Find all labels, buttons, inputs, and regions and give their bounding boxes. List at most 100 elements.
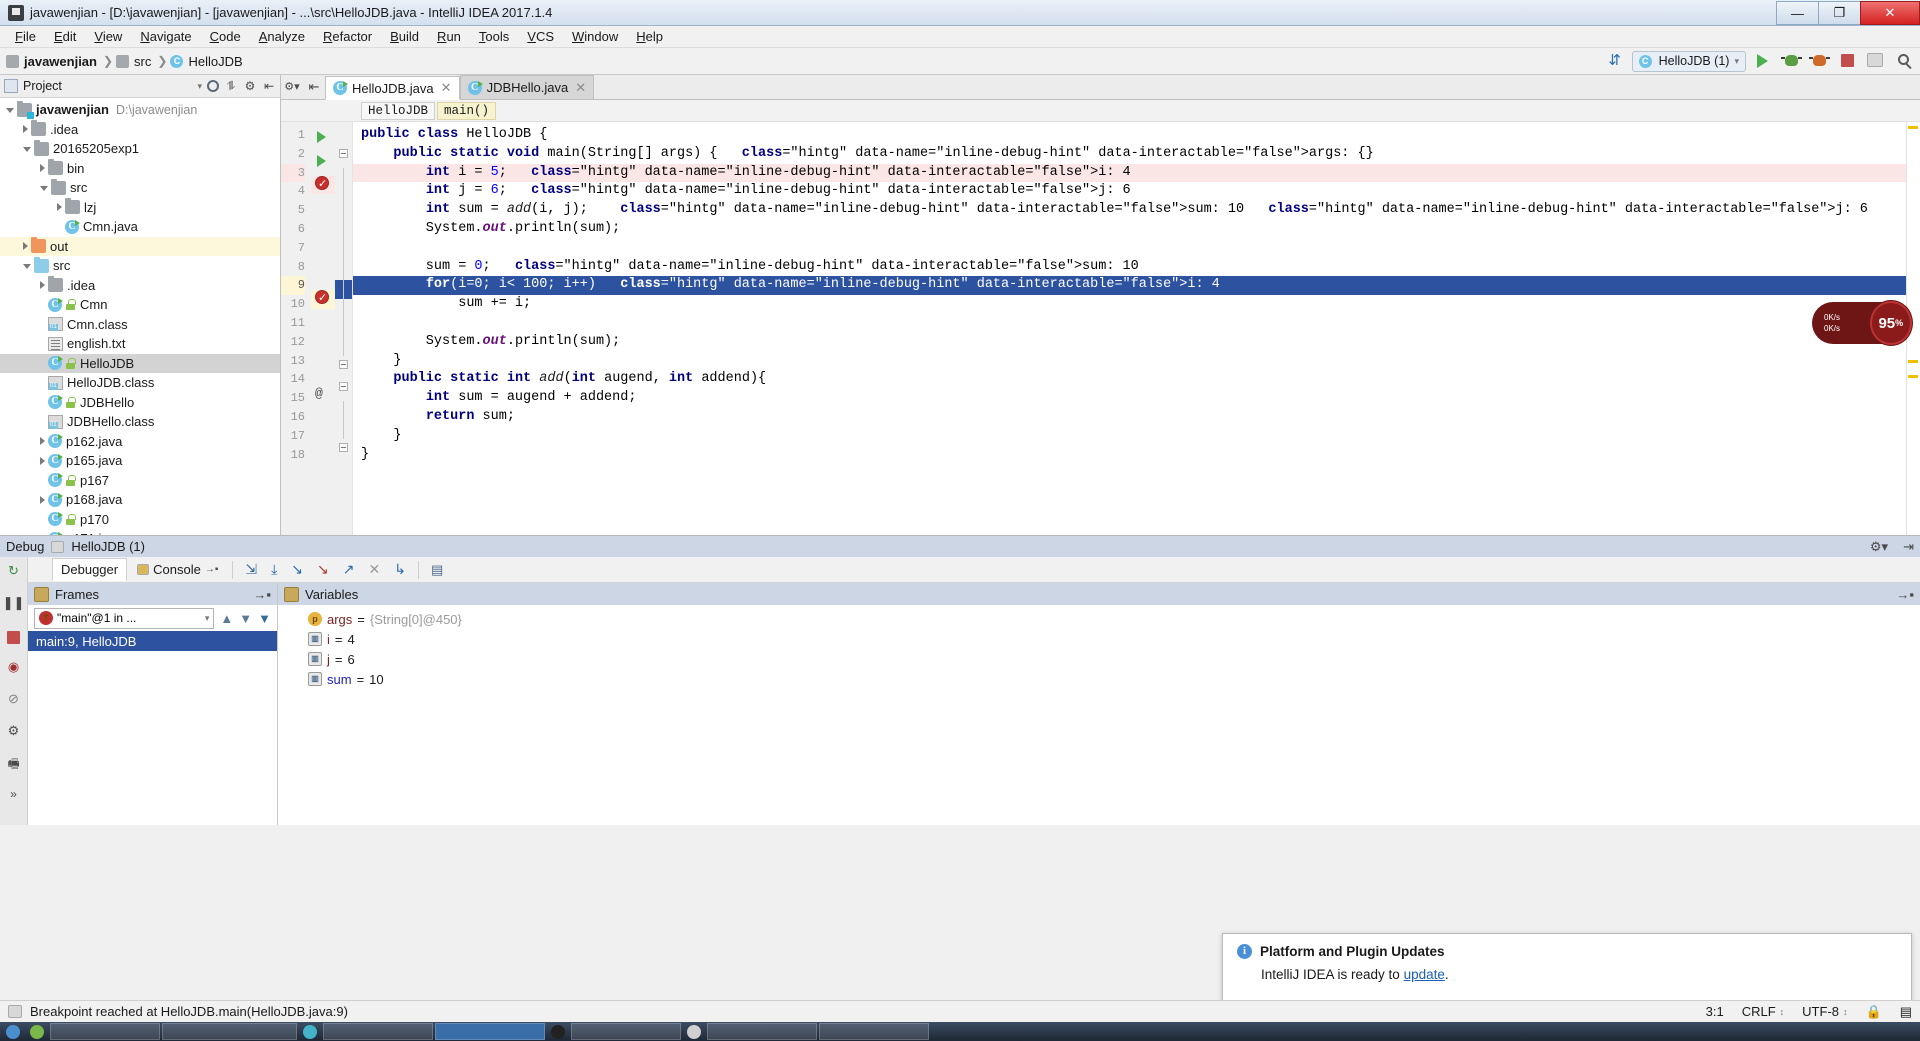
update-link[interactable]: update	[1404, 967, 1445, 982]
code-line[interactable]: return sum;	[353, 408, 1920, 427]
code-text[interactable]: public class HelloJDB { public static vo…	[353, 122, 1920, 535]
fold-marker-slot[interactable]	[335, 148, 352, 168]
gutter-marker-slot[interactable]	[311, 213, 335, 232]
code-line[interactable]	[353, 314, 1920, 333]
variable-row[interactable]: ▥ i = 4	[278, 629, 1920, 649]
gutter-marker-slot[interactable]	[311, 309, 335, 328]
caret-position[interactable]: 3:1	[1706, 1004, 1724, 1019]
force-step-into-icon[interactable]: ↘	[311, 561, 335, 578]
show-execution-point-icon[interactable]: ⇲	[239, 561, 263, 578]
fold-marker-slot[interactable]	[335, 223, 352, 243]
chevron-down-icon[interactable]	[6, 108, 14, 114]
code-line[interactable]	[353, 239, 1920, 258]
tree-item[interactable]: .idea	[0, 276, 280, 296]
menu-help[interactable]: Help	[627, 27, 672, 46]
gutter-marker-slot[interactable]	[311, 232, 335, 251]
taskbar-item[interactable]	[435, 1023, 545, 1040]
fold-marker-slot[interactable]	[335, 261, 352, 281]
menu-window[interactable]: Window	[563, 27, 627, 46]
stop-button[interactable]	[1836, 50, 1858, 72]
taskbar-item[interactable]	[707, 1023, 817, 1040]
code-line[interactable]: }	[353, 427, 1920, 446]
chevron-right-icon[interactable]	[23, 125, 28, 134]
frame-down-icon[interactable]: ▼	[239, 611, 252, 626]
code-line[interactable]: System.out.println(sum);	[353, 220, 1920, 239]
taskbar-item[interactable]	[323, 1023, 433, 1040]
code-line[interactable]: }	[353, 352, 1920, 371]
hide-tabs-icon[interactable]: ⇤	[303, 74, 325, 99]
breakpoint-icon[interactable]	[315, 289, 329, 308]
settings-button[interactable]: ⚙	[3, 723, 25, 745]
variable-row[interactable]: ▥ sum = 10	[278, 669, 1920, 689]
gutter-marker-slot[interactable]	[311, 194, 335, 213]
code-line[interactable]: public static int add(int augend, int ad…	[353, 370, 1920, 389]
stack-frame-row[interactable]: main:9, HelloJDB	[28, 631, 277, 651]
tree-item[interactable]: JDBHello.class	[0, 412, 280, 432]
breadcrumb-item-hellojdb[interactable]: C HelloJDB	[170, 54, 245, 69]
fold-marker-slot[interactable]	[335, 359, 352, 379]
update-arrow-icon[interactable]: ⇵	[1604, 50, 1626, 72]
stop-button[interactable]	[3, 627, 25, 649]
fold-marker-slot[interactable]	[335, 336, 352, 356]
event-log-icon[interactable]: ▤	[1900, 1004, 1912, 1020]
gutter-marker-slot[interactable]	[311, 403, 335, 422]
breakpoint-icon[interactable]	[315, 175, 329, 193]
code-line[interactable]: }	[353, 446, 1920, 465]
fold-marker-slot[interactable]	[335, 382, 352, 401]
app-icon[interactable]	[551, 1024, 565, 1039]
chevron-down-icon[interactable]	[40, 186, 48, 192]
fold-toggle-icon[interactable]	[339, 148, 348, 158]
settings-gear-icon[interactable]: ⚙	[243, 79, 257, 93]
print-button[interactable]: 🖷	[3, 755, 25, 777]
fold-toggle-icon[interactable]	[339, 442, 348, 452]
taskbar-item[interactable]	[50, 1023, 160, 1040]
editor-tab[interactable]: C HelloJDB.java ✕	[325, 76, 460, 100]
gutter-marker-slot[interactable]	[311, 422, 335, 441]
settings-gear-icon[interactable]: ⚙▾	[1870, 539, 1888, 555]
code-line[interactable]: System.out.println(sum);	[353, 333, 1920, 352]
filter-icon[interactable]: ▼	[258, 611, 271, 626]
fold-marker-slot[interactable]	[335, 280, 352, 300]
file-encoding[interactable]: UTF-8 ↕	[1802, 1004, 1847, 1019]
gutter-marker-slot[interactable]	[311, 289, 335, 310]
menu-file[interactable]: File	[6, 27, 45, 46]
breadcrumb-item-javawenjian[interactable]: javawenjian	[6, 54, 100, 69]
breadcrumb-item-src[interactable]: src	[116, 54, 154, 69]
editor-gear-icon[interactable]: ⚙▾	[281, 74, 303, 99]
tree-item[interactable]: C JDBHello	[0, 393, 280, 413]
lock-icon[interactable]: 🔒	[1866, 1004, 1882, 1020]
search-button[interactable]	[1892, 50, 1914, 72]
run-gutter-icon[interactable]	[317, 154, 326, 167]
step-into-icon[interactable]: ↘	[285, 561, 309, 578]
close-icon[interactable]: ✕	[441, 80, 452, 96]
drop-frame-icon[interactable]: ✕	[363, 561, 387, 578]
gutter-marker-slot[interactable]	[311, 131, 335, 150]
menu-view[interactable]: View	[85, 27, 131, 46]
code-line[interactable]: for(i=0; i< 100; i++) class="hintg" data…	[353, 276, 1920, 296]
notification-balloon[interactable]: i Platform and Plugin Updates IntelliJ I…	[1222, 933, 1912, 1005]
thread-selector[interactable]: T "main"@1 in ... ▾	[34, 607, 215, 629]
hide-panel-icon[interactable]: ⇤	[262, 79, 276, 93]
run-gutter-icon[interactable]	[317, 131, 326, 143]
variable-row[interactable]: ▥ j = 6	[278, 649, 1920, 669]
tree-item[interactable]: Cp165.java	[0, 451, 280, 471]
minimize-button[interactable]: —	[1776, 1, 1818, 25]
tree-item[interactable]: english.txt	[0, 334, 280, 354]
app-icon[interactable]	[303, 1024, 317, 1039]
menu-edit[interactable]: Edit	[45, 27, 85, 46]
chevron-right-icon[interactable]	[40, 495, 45, 504]
tree-item[interactable]: Cp168.java	[0, 490, 280, 510]
tree-item[interactable]: javawenjian D:\javawenjian	[0, 100, 280, 120]
chevron-down-icon[interactable]	[23, 147, 31, 153]
tree-item[interactable]: .idea	[0, 120, 280, 140]
chevron-right-icon[interactable]	[57, 203, 62, 212]
code-breadcrumb[interactable]: HelloJDB	[361, 101, 436, 120]
fold-marker-slot[interactable]	[335, 186, 352, 206]
tree-item[interactable]: lzj	[0, 198, 280, 218]
tree-item[interactable]: Cp170	[0, 510, 280, 530]
code-line[interactable]: int sum = add(i, j); class="hintg" data-…	[353, 201, 1920, 220]
chevron-right-icon[interactable]	[40, 281, 45, 290]
fold-marker-slot[interactable]	[335, 419, 352, 439]
toggle-toolwindows-icon[interactable]	[8, 1005, 22, 1018]
gutter-marker-slot[interactable]	[311, 175, 335, 195]
